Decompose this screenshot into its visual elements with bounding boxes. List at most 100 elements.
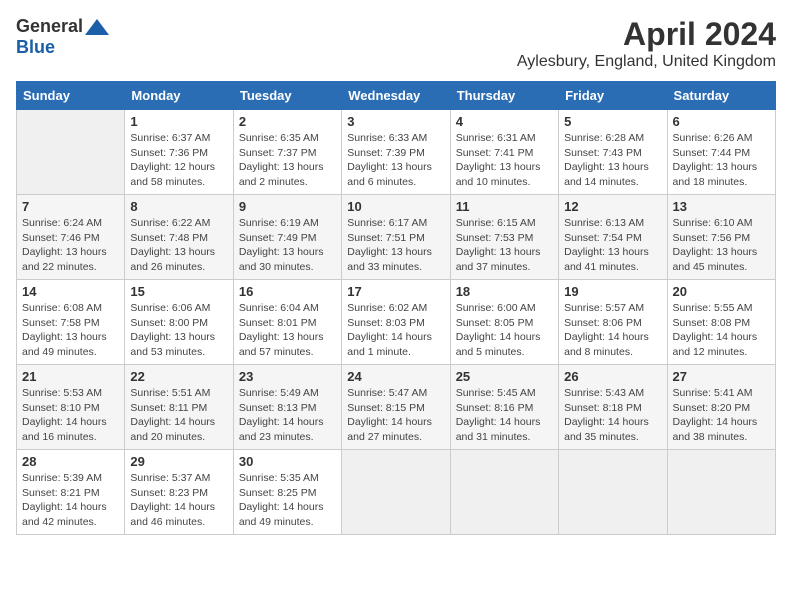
day-info: Sunrise: 5:51 AM Sunset: 8:11 PM Dayligh… <box>130 386 227 445</box>
day-info: Sunrise: 6:06 AM Sunset: 8:00 PM Dayligh… <box>130 301 227 360</box>
calendar-cell: 15 Sunrise: 6:06 AM Sunset: 8:00 PM Dayli… <box>125 280 233 365</box>
day-info: Sunrise: 6:15 AM Sunset: 7:53 PM Dayligh… <box>456 216 553 275</box>
calendar-cell: 26 Sunrise: 5:43 AM Sunset: 8:18 PM Dayli… <box>559 365 667 450</box>
calendar-cell: 5 Sunrise: 6:28 AM Sunset: 7:43 PM Daylig… <box>559 110 667 195</box>
calendar-cell: 27 Sunrise: 5:41 AM Sunset: 8:20 PM Dayli… <box>667 365 775 450</box>
calendar-cell: 12 Sunrise: 6:13 AM Sunset: 7:54 PM Dayli… <box>559 195 667 280</box>
day-number: 4 <box>456 114 553 129</box>
day-number: 25 <box>456 369 553 384</box>
day-number: 26 <box>564 369 661 384</box>
day-info: Sunrise: 6:02 AM Sunset: 8:03 PM Dayligh… <box>347 301 444 360</box>
day-number: 5 <box>564 114 661 129</box>
day-info: Sunrise: 5:49 AM Sunset: 8:13 PM Dayligh… <box>239 386 336 445</box>
calendar-cell: 16 Sunrise: 6:04 AM Sunset: 8:01 PM Dayli… <box>233 280 341 365</box>
calendar-cell: 22 Sunrise: 5:51 AM Sunset: 8:11 PM Dayli… <box>125 365 233 450</box>
calendar-cell: 30Sunrise: 5:35 AM Sunset: 8:25 PM Dayli… <box>233 450 341 535</box>
day-info: Sunrise: 5:47 AM Sunset: 8:15 PM Dayligh… <box>347 386 444 445</box>
day-header-monday: Monday <box>125 82 233 110</box>
calendar-cell: 23 Sunrise: 5:49 AM Sunset: 8:13 PM Dayli… <box>233 365 341 450</box>
day-number: 12 <box>564 199 661 214</box>
calendar-cell: 8 Sunrise: 6:22 AM Sunset: 7:48 PM Daylig… <box>125 195 233 280</box>
day-number: 23 <box>239 369 336 384</box>
logo-icon <box>85 19 109 35</box>
day-number: 13 <box>673 199 770 214</box>
day-info: Sunrise: 5:55 AM Sunset: 8:08 PM Dayligh… <box>673 301 770 360</box>
day-number: 7 <box>22 199 119 214</box>
day-number: 6 <box>673 114 770 129</box>
day-number: 11 <box>456 199 553 214</box>
logo: General Blue <box>16 16 109 58</box>
calendar-cell: 21Sunrise: 5:53 AM Sunset: 8:10 PM Dayli… <box>17 365 125 450</box>
day-number: 29 <box>130 454 227 469</box>
day-number: 21 <box>22 369 119 384</box>
day-number: 2 <box>239 114 336 129</box>
day-number: 17 <box>347 284 444 299</box>
day-header-tuesday: Tuesday <box>233 82 341 110</box>
logo-blue-text: Blue <box>16 37 55 58</box>
week-row-3: 14 Sunrise: 6:08 AM Sunset: 7:58 PM Dayli… <box>17 280 776 365</box>
day-info: Sunrise: 6:24 AM Sunset: 7:46 PM Dayligh… <box>22 216 119 275</box>
day-number: 14 <box>22 284 119 299</box>
day-info: Sunrise: 5:57 AM Sunset: 8:06 PM Dayligh… <box>564 301 661 360</box>
day-number: 8 <box>130 199 227 214</box>
calendar-cell: 29Sunrise: 5:37 AM Sunset: 8:23 PM Dayli… <box>125 450 233 535</box>
day-number: 15 <box>130 284 227 299</box>
day-number: 22 <box>130 369 227 384</box>
day-header-thursday: Thursday <box>450 82 558 110</box>
calendar-cell: 2 Sunrise: 6:35 AM Sunset: 7:37 PM Daylig… <box>233 110 341 195</box>
calendar-cell: 25 Sunrise: 5:45 AM Sunset: 8:16 PM Dayli… <box>450 365 558 450</box>
calendar-cell: 28 Sunrise: 5:39 AM Sunset: 8:21 PM Dayli… <box>17 450 125 535</box>
day-info: Sunrise: 6:33 AM Sunset: 7:39 PM Dayligh… <box>347 131 444 190</box>
day-header-sunday: Sunday <box>17 82 125 110</box>
day-info: Sunrise: 5:39 AM Sunset: 8:21 PM Dayligh… <box>22 471 119 530</box>
calendar-cell: 13Sunrise: 6:10 AM Sunset: 7:56 PM Dayli… <box>667 195 775 280</box>
day-info: Sunrise: 5:43 AM Sunset: 8:18 PM Dayligh… <box>564 386 661 445</box>
day-info: Sunrise: 6:00 AM Sunset: 8:05 PM Dayligh… <box>456 301 553 360</box>
calendar-cell: 20 Sunrise: 5:55 AM Sunset: 8:08 PM Dayli… <box>667 280 775 365</box>
location-title: Aylesbury, England, United Kingdom <box>517 53 776 71</box>
calendar-cell: 19 Sunrise: 5:57 AM Sunset: 8:06 PM Dayli… <box>559 280 667 365</box>
day-header-saturday: Saturday <box>667 82 775 110</box>
calendar-cell <box>667 450 775 535</box>
day-info: Sunrise: 6:26 AM Sunset: 7:44 PM Dayligh… <box>673 131 770 190</box>
calendar-cell: 9 Sunrise: 6:19 AM Sunset: 7:49 PM Daylig… <box>233 195 341 280</box>
day-info: Sunrise: 6:28 AM Sunset: 7:43 PM Dayligh… <box>564 131 661 190</box>
header: General Blue April 2024 Aylesbury, Engla… <box>16 16 776 71</box>
day-number: 18 <box>456 284 553 299</box>
day-number: 3 <box>347 114 444 129</box>
day-info: Sunrise: 5:45 AM Sunset: 8:16 PM Dayligh… <box>456 386 553 445</box>
day-info: Sunrise: 6:19 AM Sunset: 7:49 PM Dayligh… <box>239 216 336 275</box>
day-header-friday: Friday <box>559 82 667 110</box>
logo-general-text: General <box>16 16 83 37</box>
week-row-5: 28 Sunrise: 5:39 AM Sunset: 8:21 PM Dayli… <box>17 450 776 535</box>
header-row: SundayMondayTuesdayWednesdayThursdayFrid… <box>17 82 776 110</box>
day-info: Sunrise: 6:22 AM Sunset: 7:48 PM Dayligh… <box>130 216 227 275</box>
day-number: 16 <box>239 284 336 299</box>
day-number: 28 <box>22 454 119 469</box>
day-number: 9 <box>239 199 336 214</box>
calendar-cell <box>559 450 667 535</box>
day-info: Sunrise: 6:35 AM Sunset: 7:37 PM Dayligh… <box>239 131 336 190</box>
calendar-cell: 4 Sunrise: 6:31 AM Sunset: 7:41 PM Daylig… <box>450 110 558 195</box>
day-number: 20 <box>673 284 770 299</box>
day-number: 24 <box>347 369 444 384</box>
day-number: 27 <box>673 369 770 384</box>
day-info: Sunrise: 6:13 AM Sunset: 7:54 PM Dayligh… <box>564 216 661 275</box>
day-number: 30 <box>239 454 336 469</box>
day-info: Sunrise: 6:37 AM Sunset: 7:36 PM Dayligh… <box>130 131 227 190</box>
calendar-cell: 11 Sunrise: 6:15 AM Sunset: 7:53 PM Dayli… <box>450 195 558 280</box>
calendar-cell: 18 Sunrise: 6:00 AM Sunset: 8:05 PM Dayli… <box>450 280 558 365</box>
calendar-table: SundayMondayTuesdayWednesdayThursdayFrid… <box>16 81 776 535</box>
day-info: Sunrise: 6:04 AM Sunset: 8:01 PM Dayligh… <box>239 301 336 360</box>
title-area: April 2024 Aylesbury, England, United Ki… <box>517 16 776 71</box>
calendar-cell <box>450 450 558 535</box>
day-info: Sunrise: 6:08 AM Sunset: 7:58 PM Dayligh… <box>22 301 119 360</box>
day-info: Sunrise: 6:31 AM Sunset: 7:41 PM Dayligh… <box>456 131 553 190</box>
calendar-cell <box>17 110 125 195</box>
day-number: 19 <box>564 284 661 299</box>
day-info: Sunrise: 5:41 AM Sunset: 8:20 PM Dayligh… <box>673 386 770 445</box>
calendar-cell: 3 Sunrise: 6:33 AM Sunset: 7:39 PM Daylig… <box>342 110 450 195</box>
day-number: 1 <box>130 114 227 129</box>
calendar-cell: 14 Sunrise: 6:08 AM Sunset: 7:58 PM Dayli… <box>17 280 125 365</box>
calendar-cell: 7 Sunrise: 6:24 AM Sunset: 7:46 PM Daylig… <box>17 195 125 280</box>
